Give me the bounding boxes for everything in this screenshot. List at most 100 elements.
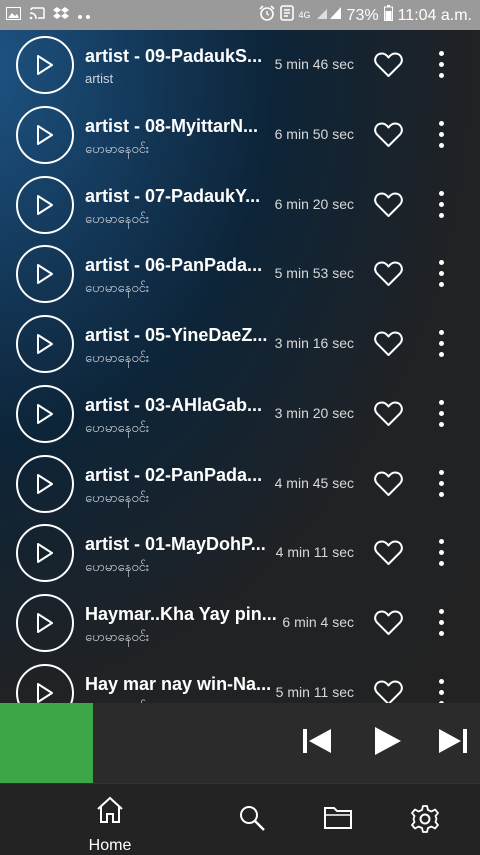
track-duration: 6 min 20 sec xyxy=(274,195,354,212)
clock: 11:04 a.m. xyxy=(397,6,472,24)
nav-folder[interactable] xyxy=(323,804,353,835)
track-play-button[interactable] xyxy=(16,663,74,703)
track-artist: ဟေမာနေဝင်း xyxy=(85,489,150,505)
track-duration: 5 min 46 sec xyxy=(274,56,354,72)
more-vert-icon xyxy=(439,678,444,684)
favorite-button[interactable] xyxy=(374,540,403,571)
track-row[interactable]: artist - 03-AHlaGab... ဟေမာနေဝင်း 3 min … xyxy=(0,379,480,449)
track-row[interactable]: artist - 08-MyittarN... ဟေမာနေဝင်း 6 min… xyxy=(0,100,480,170)
more-options-button[interactable] xyxy=(434,678,448,703)
track-play-button[interactable] xyxy=(16,245,74,304)
track-title: artist - 08-MyittarN... xyxy=(85,115,259,136)
play-icon xyxy=(37,543,53,564)
favorite-button[interactable] xyxy=(374,192,403,223)
heart-icon xyxy=(374,610,403,635)
track-play-button[interactable] xyxy=(16,315,74,373)
track-duration: 5 min 11 sec xyxy=(275,683,354,700)
favorite-button[interactable] xyxy=(374,122,403,153)
track-play-button[interactable] xyxy=(16,175,74,234)
track-play-button[interactable] xyxy=(16,524,74,583)
track-title: artist - 05-YineDaeZ... xyxy=(85,325,268,345)
track-artist: ဟေမာနေဝင်း xyxy=(85,280,150,296)
track-title: Hay mar nay win-Na... xyxy=(85,673,272,694)
play-icon xyxy=(37,334,53,354)
play-icon xyxy=(37,682,53,703)
track-row[interactable]: artist - 09-PadaukS... artist 5 min 46 s… xyxy=(0,30,480,100)
favorite-button[interactable] xyxy=(374,331,403,362)
track-play-button[interactable] xyxy=(16,36,74,94)
album-art[interactable] xyxy=(0,703,93,783)
nfc-icon xyxy=(279,5,294,26)
nav-home[interactable]: Home xyxy=(82,796,138,854)
favorite-button[interactable] xyxy=(374,261,403,292)
play-button[interactable] xyxy=(372,725,404,762)
favorite-button[interactable] xyxy=(374,471,403,502)
battery-percent: 73% xyxy=(346,6,379,24)
track-artist: ဟေမာနေဝင်း xyxy=(85,140,150,156)
play-icon xyxy=(37,613,53,633)
more-dots-icon xyxy=(77,7,91,24)
dropbox-icon xyxy=(53,6,69,24)
track-row[interactable]: Haymar..Kha Yay pin... ဟေမာနေဝင်း 6 min … xyxy=(0,588,480,658)
track-duration: 6 min 4 sec xyxy=(282,614,354,630)
previous-icon xyxy=(303,729,331,753)
status-bar: 4G 73% 11:04 a.m. xyxy=(0,0,480,30)
nav-home-label: Home xyxy=(88,837,132,854)
track-play-button[interactable] xyxy=(16,105,74,164)
heart-icon xyxy=(374,401,403,426)
more-vert-icon xyxy=(439,260,444,266)
track-row[interactable]: artist - 01-MayDohP... ဟေမာနေဝင်း 4 min … xyxy=(0,518,480,588)
more-options-button[interactable] xyxy=(434,259,448,289)
nav-search[interactable] xyxy=(238,804,266,837)
bottom-nav: Home xyxy=(0,783,480,854)
more-options-button[interactable] xyxy=(434,608,448,638)
more-options-button[interactable] xyxy=(434,399,448,429)
more-options-button[interactable] xyxy=(434,50,448,80)
nav-settings[interactable] xyxy=(410,804,440,839)
track-play-button[interactable] xyxy=(16,454,74,513)
favorite-button[interactable] xyxy=(374,680,403,703)
track-duration: 3 min 16 sec xyxy=(274,335,354,351)
track-row[interactable]: artist - 02-PanPada... ဟေမာနေဝင်း 4 min … xyxy=(0,449,480,519)
track-row[interactable]: artist - 05-YineDaeZ... ဟေမာနေဝင်း 3 min… xyxy=(0,309,480,379)
more-options-button[interactable] xyxy=(434,538,448,568)
track-title: artist - 03-AHlaGab... xyxy=(85,394,263,415)
more-options-button[interactable] xyxy=(434,329,448,359)
previous-button[interactable] xyxy=(301,725,333,762)
play-icon xyxy=(375,727,401,755)
track-duration: 3 min 20 sec xyxy=(274,404,354,421)
track-row[interactable]: artist - 07-PadaukY... ဟေမာနေဝင်း 6 min … xyxy=(0,170,480,240)
track-play-button[interactable] xyxy=(16,594,74,652)
favorite-button[interactable] xyxy=(374,401,403,432)
more-vert-icon xyxy=(439,469,444,475)
track-list[interactable]: artist - 09-PadaukS... artist 5 min 46 s… xyxy=(0,30,480,703)
play-icon xyxy=(37,403,53,424)
favorite-button[interactable] xyxy=(374,610,403,641)
play-icon xyxy=(37,473,53,494)
more-vert-icon xyxy=(439,190,444,196)
heart-icon xyxy=(374,471,403,496)
more-vert-icon xyxy=(439,51,444,56)
more-options-button[interactable] xyxy=(434,190,448,220)
more-options-button[interactable] xyxy=(434,469,448,499)
track-duration: 5 min 53 sec xyxy=(274,265,354,282)
track-play-button[interactable] xyxy=(16,384,74,443)
signal-icon xyxy=(316,6,342,25)
more-vert-icon xyxy=(439,399,444,405)
folder-icon xyxy=(324,807,352,829)
heart-icon xyxy=(374,192,403,217)
track-row[interactable]: Hay mar nay win-Na... ဟေမာနေဝင်း 5 min 1… xyxy=(0,658,480,703)
heart-icon xyxy=(374,52,403,77)
next-button[interactable] xyxy=(437,725,469,762)
battery-icon xyxy=(383,5,393,26)
more-vert-icon xyxy=(439,539,444,545)
track-title: artist - 06-PanPada... xyxy=(85,255,263,276)
more-options-button[interactable] xyxy=(434,120,448,150)
play-icon xyxy=(37,55,53,75)
more-vert-icon xyxy=(439,120,444,126)
heart-icon xyxy=(374,540,403,566)
track-row[interactable]: artist - 06-PanPada... ဟေမာနေဝင်း 5 min … xyxy=(0,239,480,309)
track-title: artist - 09-PadaukS... xyxy=(85,46,263,66)
favorite-button[interactable] xyxy=(374,52,403,83)
track-title: artist - 01-MayDohP... xyxy=(85,534,266,555)
